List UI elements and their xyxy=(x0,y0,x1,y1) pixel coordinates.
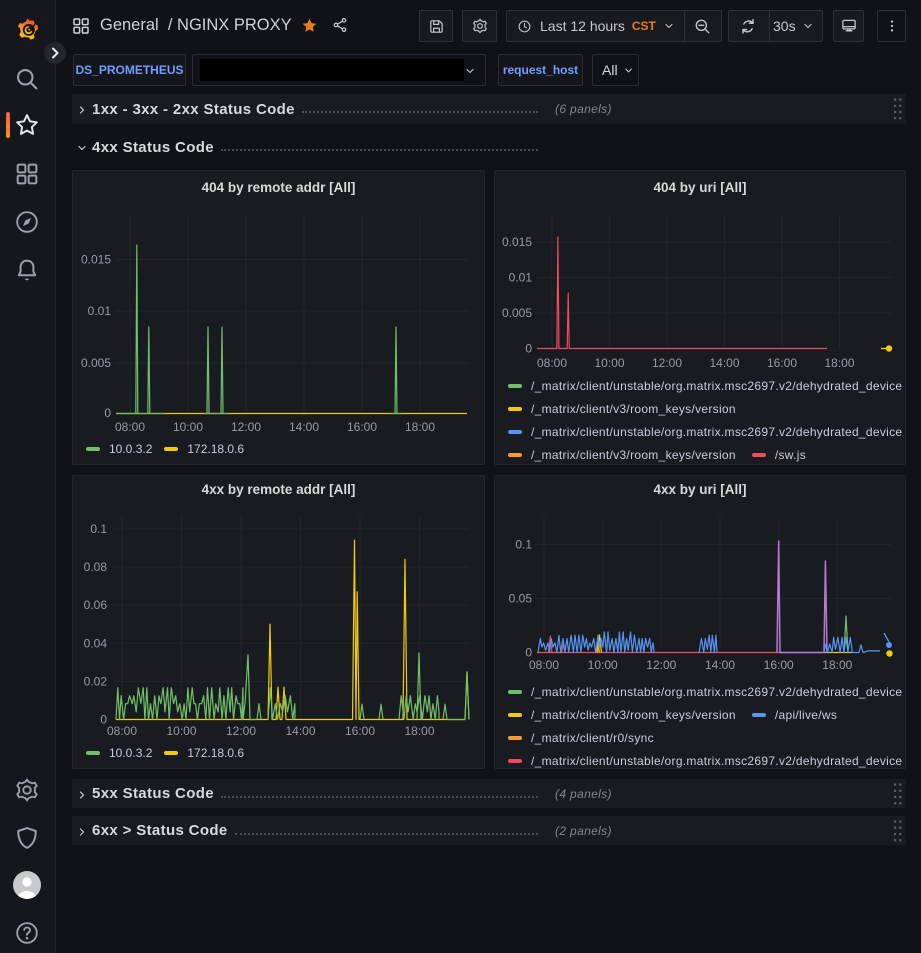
svg-text:0.02: 0.02 xyxy=(84,675,108,689)
svg-text:0.06: 0.06 xyxy=(84,598,108,612)
svg-text:10:00: 10:00 xyxy=(173,420,203,434)
svg-text:0.01: 0.01 xyxy=(88,304,112,318)
svg-text:0.1: 0.1 xyxy=(515,538,532,552)
svg-text:08:00: 08:00 xyxy=(537,356,567,370)
svg-text:0.005: 0.005 xyxy=(81,356,111,370)
svg-text:18:00: 18:00 xyxy=(822,658,852,672)
svg-text:18:00: 18:00 xyxy=(405,420,435,434)
svg-text:0.015: 0.015 xyxy=(502,235,532,249)
svg-text:14:00: 14:00 xyxy=(709,356,739,370)
svg-text:0.015: 0.015 xyxy=(81,253,111,267)
svg-text:0.1: 0.1 xyxy=(90,522,107,536)
svg-text:08:00: 08:00 xyxy=(115,420,145,434)
svg-text:16:00: 16:00 xyxy=(764,658,794,672)
svg-text:0.04: 0.04 xyxy=(84,636,108,650)
svg-text:12:00: 12:00 xyxy=(231,420,261,434)
svg-text:10:00: 10:00 xyxy=(594,356,624,370)
svg-text:0.01: 0.01 xyxy=(509,271,533,285)
svg-text:08:00: 08:00 xyxy=(107,724,137,738)
svg-text:10:00: 10:00 xyxy=(588,658,618,672)
svg-text:16:00: 16:00 xyxy=(347,420,377,434)
svg-text:10:00: 10:00 xyxy=(166,724,196,738)
svg-text:14:00: 14:00 xyxy=(705,658,735,672)
svg-text:14:00: 14:00 xyxy=(289,420,319,434)
svg-text:0.08: 0.08 xyxy=(84,560,108,574)
svg-text:16:00: 16:00 xyxy=(345,724,375,738)
svg-text:0: 0 xyxy=(104,406,111,420)
svg-text:0.05: 0.05 xyxy=(509,592,533,606)
svg-text:0: 0 xyxy=(525,342,532,356)
svg-text:12:00: 12:00 xyxy=(646,658,676,672)
svg-text:16:00: 16:00 xyxy=(767,356,797,370)
svg-text:08:00: 08:00 xyxy=(529,658,559,672)
svg-text:0.005: 0.005 xyxy=(502,306,532,320)
svg-text:18:00: 18:00 xyxy=(404,724,434,738)
svg-text:12:00: 12:00 xyxy=(226,724,256,738)
svg-text:14:00: 14:00 xyxy=(285,724,315,738)
svg-text:12:00: 12:00 xyxy=(652,356,682,370)
svg-text:18:00: 18:00 xyxy=(824,356,854,370)
